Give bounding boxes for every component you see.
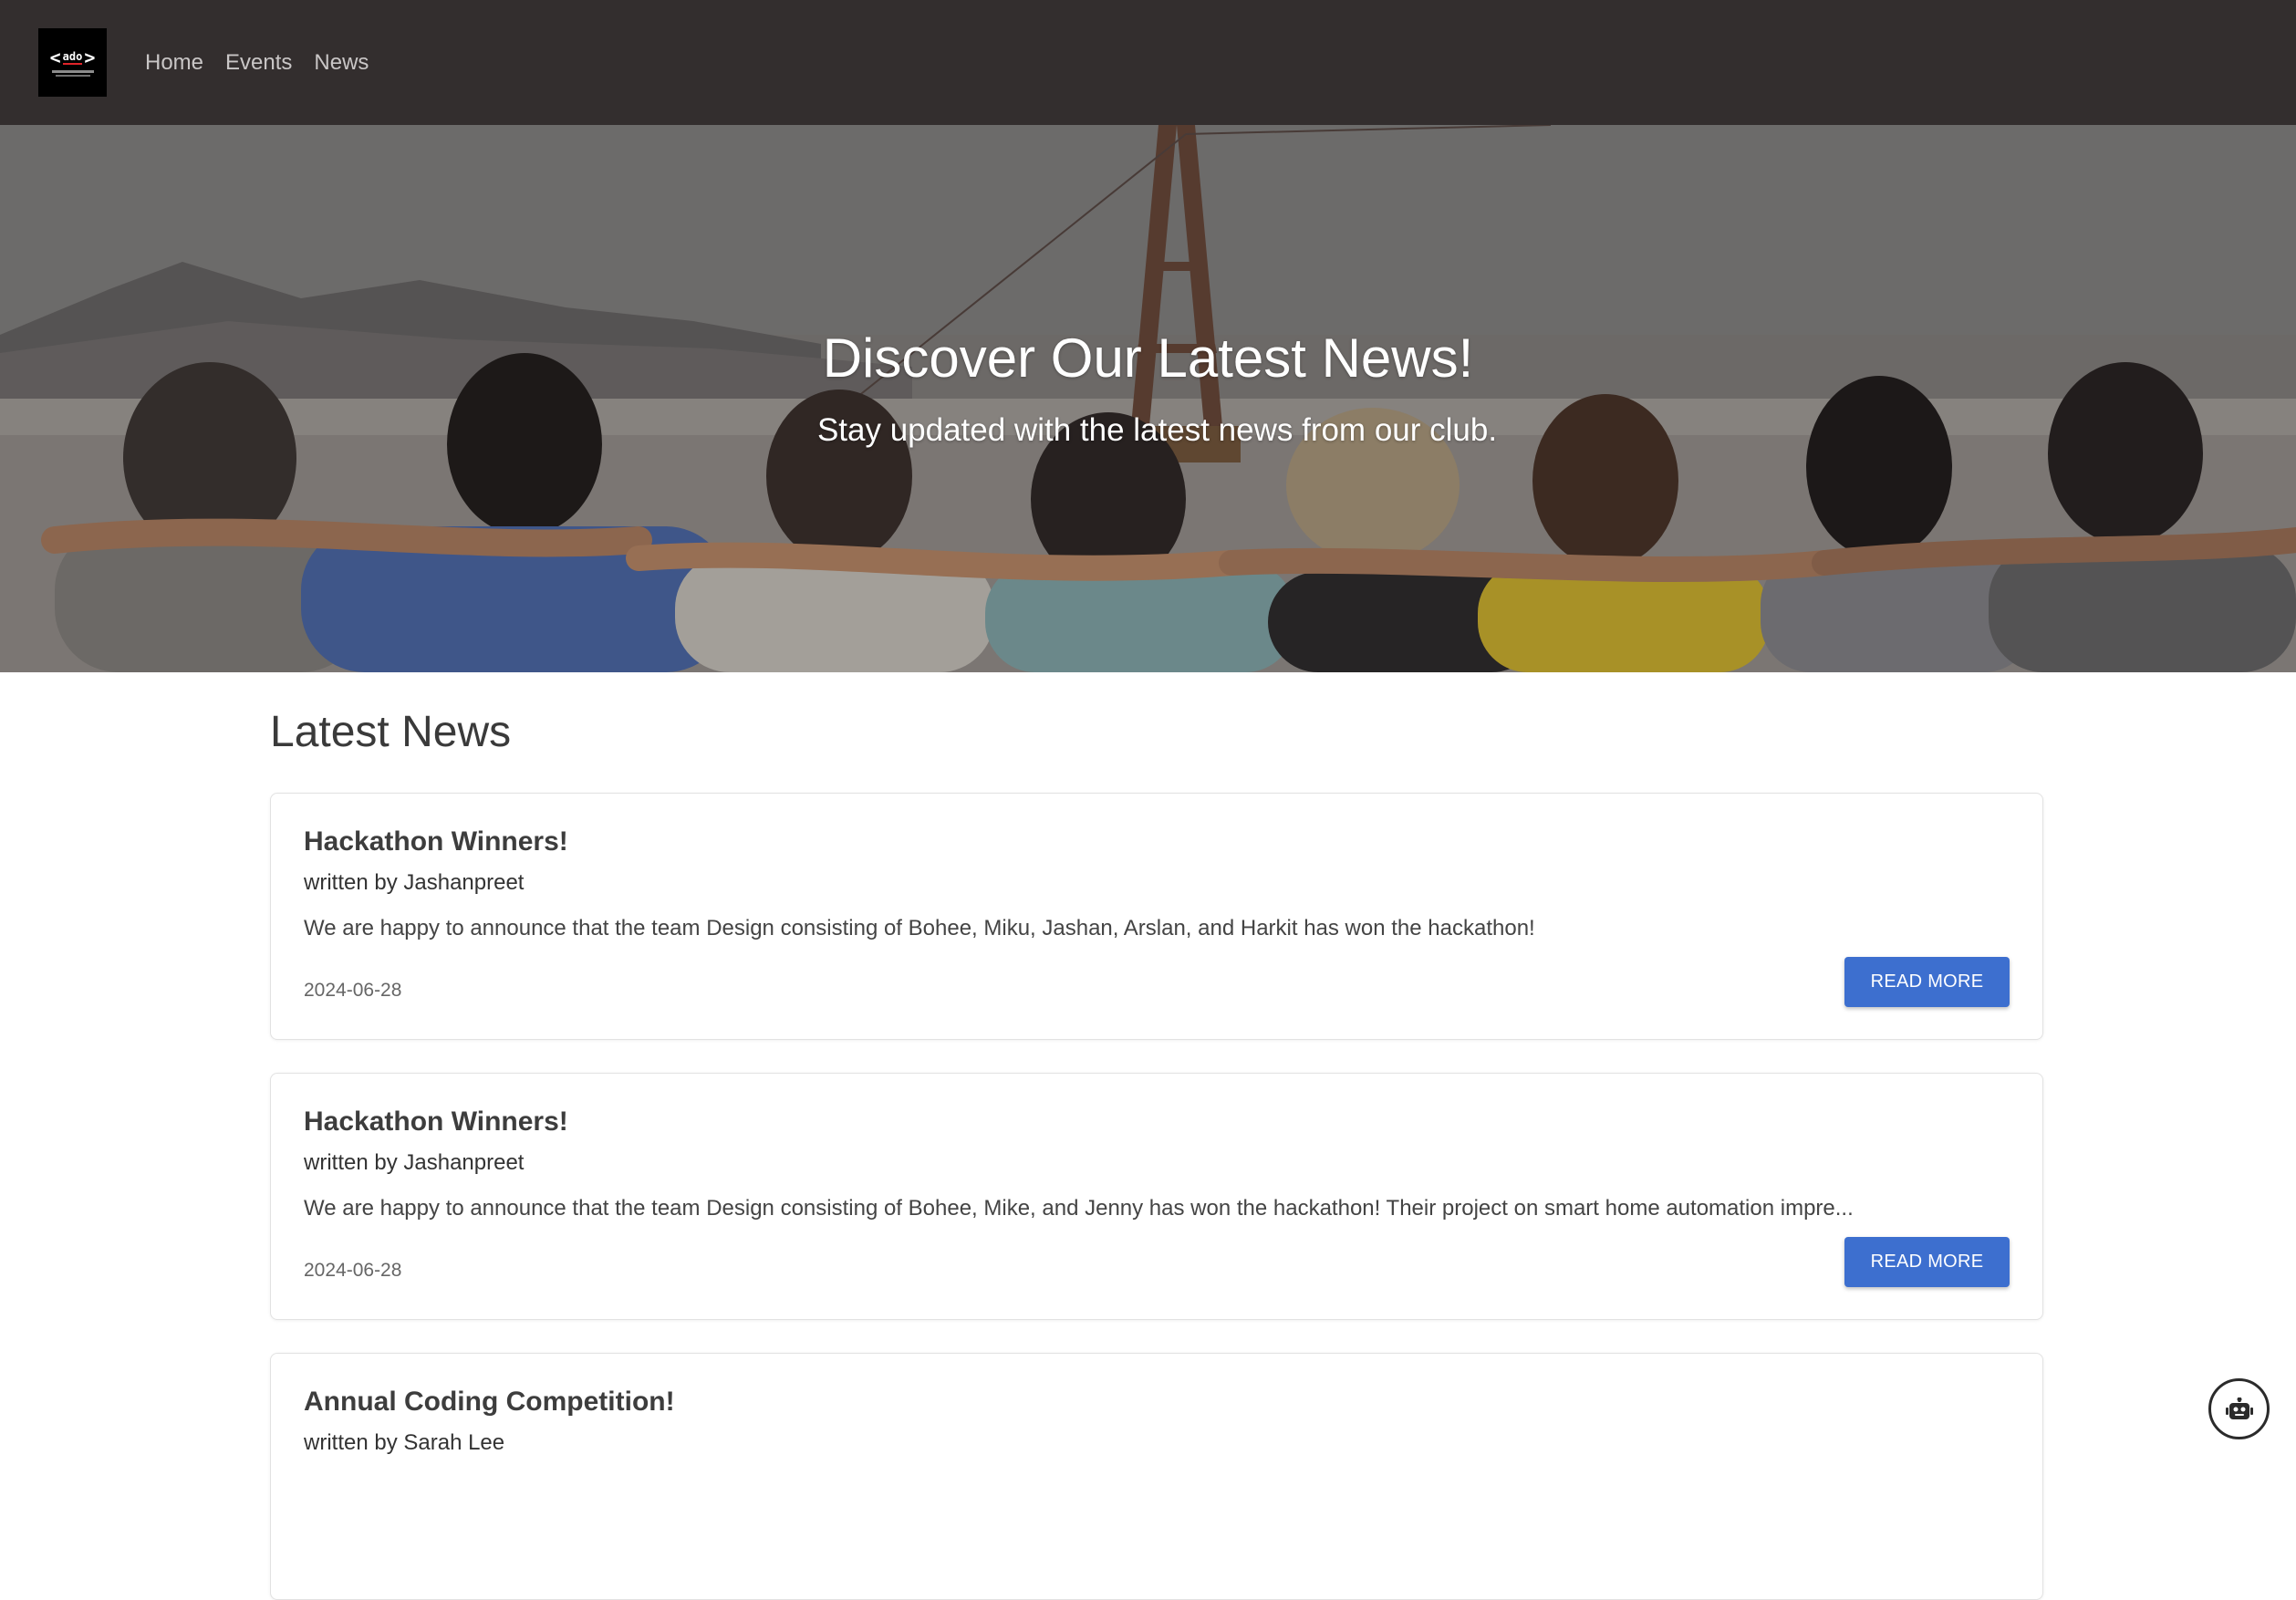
hero-banner: Discover Our Latest News! Stay updated w… (0, 125, 2296, 672)
hero-subtitle: Stay updated with the latest news from o… (816, 412, 1498, 448)
nav-link-events[interactable]: Events (225, 50, 292, 76)
news-card-title: Hackathon Winners! (304, 1106, 568, 1137)
nav-link-news[interactable]: News (314, 50, 369, 76)
read-more-button[interactable]: READ MORE (1844, 957, 2010, 1007)
news-card-excerpt: We are happy to announce that the team D… (304, 1196, 1854, 1221)
news-card-title: Annual Coding Competition! (304, 1387, 675, 1417)
section-title-latest-news: Latest News (270, 708, 512, 756)
nav-links: Home Events News (145, 50, 390, 76)
logo-brackets: < ado > (49, 47, 96, 68)
club-logo[interactable]: < ado > (38, 28, 107, 97)
read-more-button[interactable]: READ MORE (1844, 1237, 2010, 1287)
nav-link-home[interactable]: Home (145, 50, 203, 76)
news-card: Hackathon Winners! written by Jashanpree… (270, 793, 2043, 1040)
hero-title: Discover Our Latest News! (822, 327, 1474, 389)
news-card-author: written by Sarah Lee (304, 1430, 505, 1455)
news-card: Annual Coding Competition! written by Sa… (270, 1353, 2043, 1600)
news-card-author: written by Jashanpreet (304, 1150, 525, 1175)
chatbot-button[interactable] (2208, 1378, 2270, 1439)
news-card-title: Hackathon Winners! (304, 826, 568, 857)
robot-icon (2225, 1397, 2253, 1419)
news-card: Hackathon Winners! written by Jashanpree… (270, 1073, 2043, 1320)
news-card-excerpt: We are happy to announce that the team D… (304, 916, 1535, 940)
logo-tagline-bar-2 (55, 75, 90, 77)
top-navbar: < ado > Home Events News (0, 0, 2296, 125)
logo-text: ado (62, 49, 83, 65)
news-card-date: 2024-06-28 (304, 1260, 402, 1281)
hero-overlay (0, 125, 2296, 672)
logo-tagline-bar (51, 70, 94, 73)
news-card-date: 2024-06-28 (304, 980, 402, 1001)
news-card-author: written by Jashanpreet (304, 870, 525, 895)
